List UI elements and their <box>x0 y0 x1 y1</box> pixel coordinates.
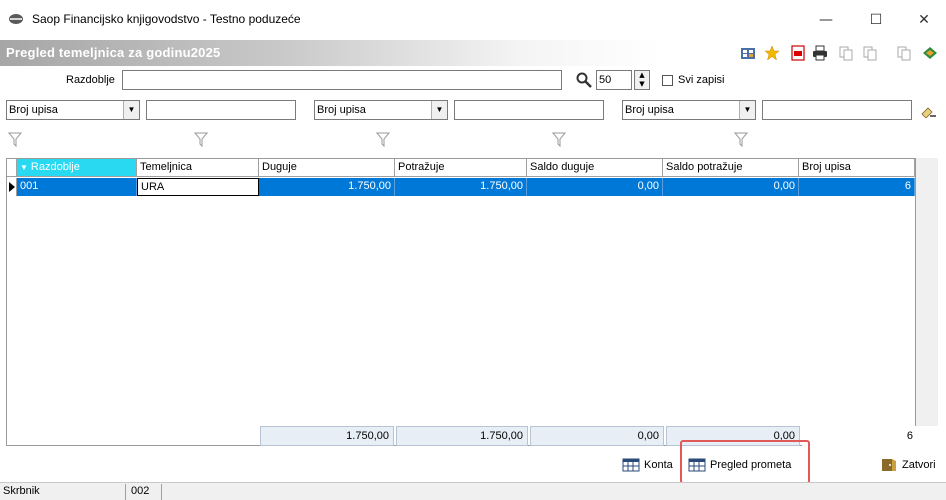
count-stepper[interactable]: ▲ ▼ <box>634 70 650 90</box>
search-value-input-1[interactable] <box>146 100 296 120</box>
grid-icon[interactable] <box>740 45 756 61</box>
door-icon <box>882 459 896 471</box>
print-icon[interactable] <box>812 45 828 61</box>
cell-razdoblje[interactable]: 001 <box>17 178 137 196</box>
search-value-input-3[interactable] <box>762 100 912 120</box>
column-label: Razdoblje <box>30 161 80 173</box>
row-header-corner <box>7 159 17 177</box>
search-field-select-3[interactable]: Broj upisa ▼ <box>622 100 756 120</box>
zatvori-button[interactable]: Zatvori <box>880 452 936 478</box>
cell-duguje[interactable]: 1.750,00 <box>259 178 395 196</box>
column-header-saldo-duguje[interactable]: Saldo duguje <box>527 159 663 177</box>
column-header-razdoblje[interactable]: ▼ Razdoblje <box>17 159 137 177</box>
search-field-select-2[interactable]: Broj upisa ▼ <box>314 100 448 120</box>
record-count-input[interactable]: 50 <box>596 70 632 90</box>
row-pointer-icon <box>7 178 17 196</box>
chevron-down-icon: ▼ <box>123 101 139 119</box>
filter-icon-1[interactable] <box>8 132 22 148</box>
razdoblje-label: Razdoblje <box>66 74 115 86</box>
cell-saldo-duguje[interactable]: 0,00 <box>527 178 663 196</box>
eraser-icon[interactable] <box>920 104 936 118</box>
copy2-icon[interactable] <box>896 45 912 61</box>
window-titlebar: Saop Financijsko knjigovodstvo - Testno … <box>0 0 946 40</box>
konta-button[interactable]: Konta <box>622 452 673 478</box>
copy-icon[interactable] <box>838 45 854 61</box>
total-duguje: 1.750,00 <box>260 426 394 446</box>
pregled-prometa-button[interactable]: Pregled prometa <box>688 452 791 478</box>
column-header-duguje[interactable]: Duguje <box>259 159 395 177</box>
cell-potrazuje[interactable]: 1.750,00 <box>395 178 527 196</box>
column-header-potrazuje[interactable]: Potražuje <box>395 159 527 177</box>
status-bar: Skrbnik 002 <box>0 482 946 500</box>
total-potrazuje: 1.750,00 <box>396 426 528 446</box>
search-icon[interactable] <box>576 72 592 88</box>
paste-icon[interactable] <box>862 45 878 61</box>
search-field-select-1[interactable]: Broj upisa ▼ <box>6 100 140 120</box>
search-value-input-2[interactable] <box>454 100 604 120</box>
filter-icon-4[interactable] <box>552 132 566 148</box>
status-code: 002 <box>128 484 162 500</box>
cell-saldo-potrazuje[interactable]: 0,00 <box>663 178 799 196</box>
table-icon <box>688 458 706 472</box>
pregled-prometa-label: Pregled prometa <box>710 459 792 471</box>
column-header-saldo-potrazuje[interactable]: Saldo potražuje <box>663 159 799 177</box>
chevron-down-icon: ▼ <box>431 101 447 119</box>
zatvori-label: Zatvori <box>902 459 936 471</box>
svi-zapisi-checkbox[interactable] <box>662 75 673 86</box>
select-2-value: Broj upisa <box>317 104 366 116</box>
filter-icon-2[interactable] <box>194 132 208 148</box>
konta-label: Konta <box>644 459 673 471</box>
maximize-button[interactable]: ☐ <box>856 6 896 34</box>
svi-zapisi-label: Svi zapisi <box>678 74 725 86</box>
status-user: Skrbnik <box>0 484 126 500</box>
column-header-broj-upisa[interactable]: Broj upisa <box>799 159 915 177</box>
razdoblje-input[interactable] <box>122 70 562 90</box>
pdf-icon[interactable] <box>790 45 806 61</box>
table-row[interactable]: 001 URA 1.750,00 1.750,00 0,00 0,00 6 <box>7 178 915 196</box>
form-header: Pregled temeljnica za godinu2025 <box>0 40 946 66</box>
vertical-scrollbar[interactable] <box>916 158 938 426</box>
app-logo-icon <box>9 14 23 24</box>
star-icon[interactable] <box>764 45 780 61</box>
select-3-value: Broj upisa <box>625 104 674 116</box>
totals-row: 1.750,00 1.750,00 0,00 0,00 6 <box>260 426 920 446</box>
minimize-button[interactable]: — <box>806 6 846 34</box>
filter-icon-5[interactable] <box>734 132 748 148</box>
column-header-temeljnica[interactable]: Temeljnica <box>137 159 259 177</box>
close-button[interactable]: ✕ <box>904 6 944 34</box>
window-title: Saop Financijsko knjigovodstvo - Testno … <box>32 12 301 26</box>
total-broj-upisa: 6 <box>802 426 918 446</box>
select-1-value: Broj upisa <box>9 104 58 116</box>
filter-icon-3[interactable] <box>376 132 390 148</box>
table-icon <box>622 458 640 472</box>
chevron-down-icon: ▼ <box>739 101 755 119</box>
temeljnice-grid[interactable]: ▼ Razdoblje Temeljnica Duguje Potražuje S… <box>6 158 916 446</box>
total-saldo-duguje: 0,00 <box>530 426 664 446</box>
book-icon[interactable] <box>922 45 938 61</box>
cell-temeljnica[interactable]: URA <box>137 178 259 196</box>
sort-arrow-icon: ▼ <box>20 163 28 172</box>
cell-broj-upisa[interactable]: 6 <box>799 178 915 196</box>
form-title: Pregled temeljnica za godinu2025 <box>6 45 221 60</box>
